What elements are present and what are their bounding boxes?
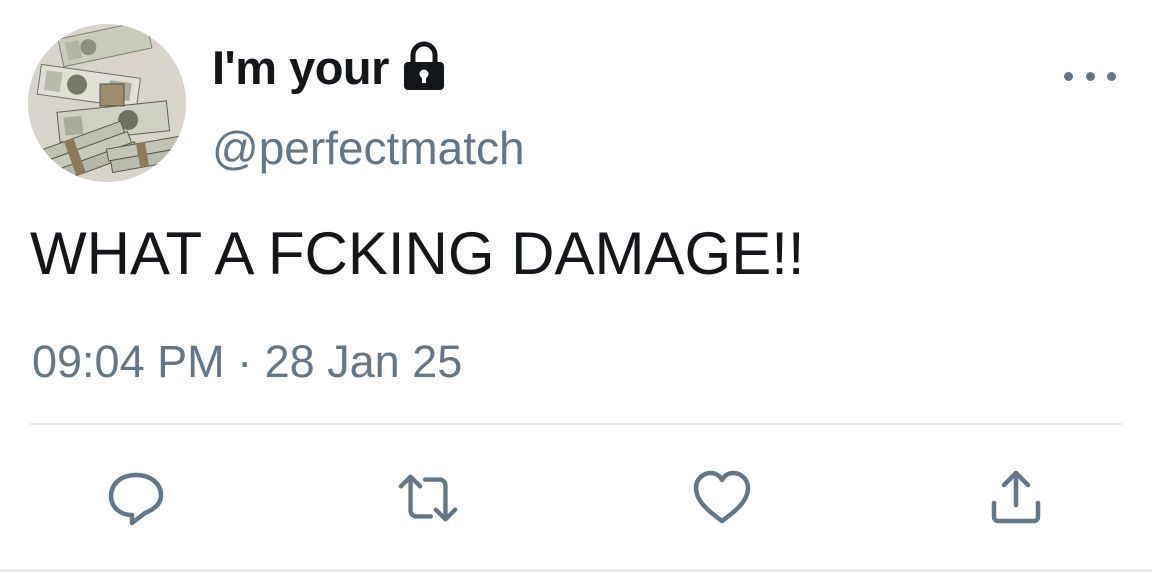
tweet-card: I'm your @perfectmatch WHAT A FCKING DAM… (0, 0, 1152, 588)
display-name[interactable]: I'm your (212, 40, 447, 96)
share-icon (991, 470, 1041, 524)
retweet-icon (398, 474, 458, 522)
lock-icon (401, 41, 447, 91)
more-icon-dot (1107, 71, 1116, 81)
reply-button[interactable] (104, 466, 168, 530)
retweet-button[interactable] (396, 466, 460, 530)
tweet-text: WHAT A FCKING DAMAGE!! (30, 220, 805, 287)
more-icon (1064, 71, 1073, 81)
more-options-button[interactable] (1064, 58, 1116, 94)
bottom-divider (0, 569, 1152, 572)
user-handle[interactable]: @perfectmatch (212, 120, 525, 176)
share-button[interactable] (984, 466, 1048, 530)
reply-icon (108, 472, 164, 526)
tweet-timestamp[interactable]: 09:04 PM · 28 Jan 25 (32, 334, 462, 390)
like-button[interactable] (690, 466, 754, 530)
display-name-text: I'm your (212, 41, 389, 94)
divider (30, 423, 1122, 425)
avatar-image (28, 24, 186, 182)
more-icon-dot (1085, 71, 1095, 81)
heart-icon (693, 470, 751, 524)
avatar[interactable] (28, 24, 186, 182)
